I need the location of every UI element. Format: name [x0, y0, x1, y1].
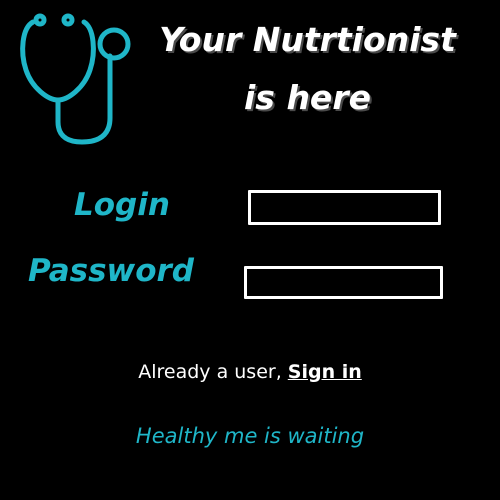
stethoscope-icon: [20, 13, 131, 145]
signin-prompt-row: Already a user, Sign in: [0, 359, 500, 385]
sign-in-link[interactable]: Sign in: [288, 361, 362, 383]
app-title-line-2: is here: [244, 78, 371, 117]
login-label: Login: [74, 187, 170, 223]
stethoscope-logo: [18, 12, 136, 147]
signin-prompt-text: Already a user,: [138, 361, 288, 383]
tagline: Healthy me is waiting: [135, 424, 365, 448]
login-input[interactable]: [248, 190, 441, 225]
password-label: Password: [28, 253, 194, 289]
password-input[interactable]: [244, 266, 443, 299]
app-title-line-1: Your Nutrtionist: [159, 20, 456, 59]
